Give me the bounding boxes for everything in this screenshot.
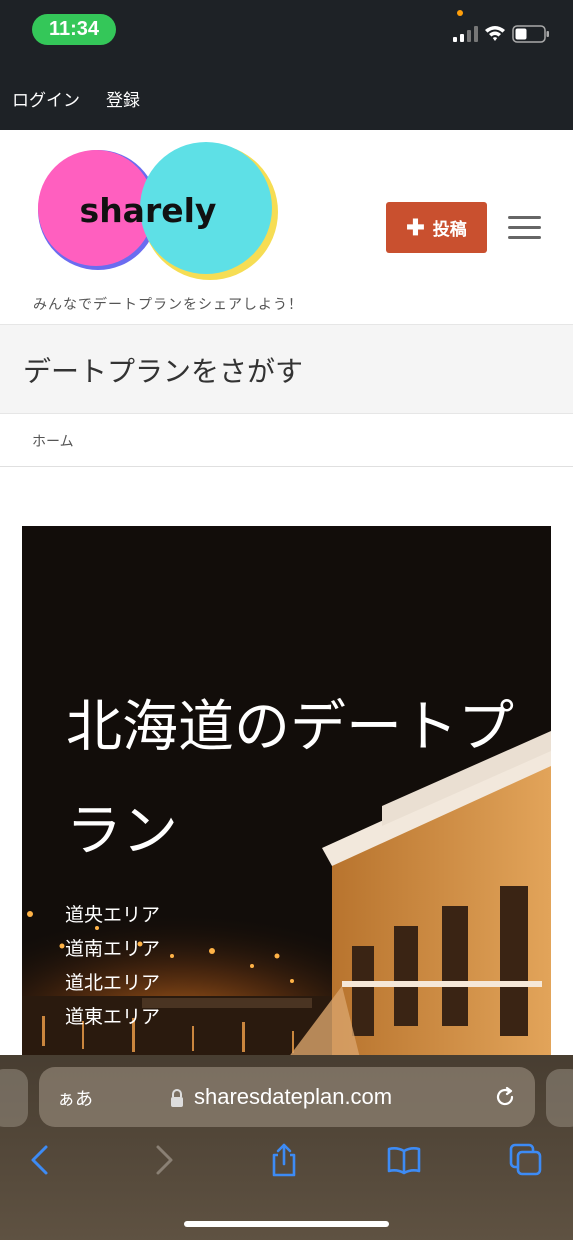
forward-icon[interactable] xyxy=(146,1143,180,1177)
post-button[interactable]: ✚ 投稿 xyxy=(386,202,487,253)
home-indicator[interactable] xyxy=(184,1221,389,1227)
site-header: sharely みんなでデートプランをシェアしよう！ ✚ 投稿 xyxy=(0,130,573,324)
plus-icon: ✚ xyxy=(406,214,425,240)
sharely-logo[interactable]: sharely xyxy=(36,140,280,282)
site-tagline: みんなでデートプランをシェアしよう！ xyxy=(33,297,303,313)
privacy-indicator-dot xyxy=(457,10,463,16)
bookmarks-icon[interactable] xyxy=(387,1143,421,1177)
page-settings-button[interactable]: ぁあ xyxy=(57,1085,93,1111)
previous-tab-preview[interactable] xyxy=(0,1069,28,1127)
post-button-label: 投稿 xyxy=(432,220,467,239)
page-title: デートプランをさがす xyxy=(23,355,304,388)
account-bar: ログイン 登録 xyxy=(0,58,573,130)
area-link-douhoku[interactable]: 道北エリア xyxy=(65,966,160,1000)
register-link[interactable]: 登録 xyxy=(106,86,140,111)
breadcrumb: ホーム xyxy=(0,414,573,467)
hero-title: 北海道のデートプラン xyxy=(66,695,514,864)
safari-bottom-bar: ぁあ sharesdateplan.com xyxy=(0,1055,573,1240)
address-bar[interactable]: ぁあ sharesdateplan.com xyxy=(39,1067,535,1127)
hamburger-menu-icon[interactable] xyxy=(508,216,541,240)
cellular-signal-icon xyxy=(453,26,478,42)
hokkaido-hero-banner: 北海道のデートプラン 道央エリア 道南エリア 道北エリア 道東エリア xyxy=(22,526,551,1066)
lock-icon xyxy=(171,1089,183,1107)
tabs-icon[interactable] xyxy=(509,1143,543,1177)
next-tab-preview[interactable] xyxy=(546,1069,573,1127)
status-time: 11:34 xyxy=(32,14,116,45)
area-links: 道央エリア 道南エリア 道北エリア 道東エリア xyxy=(65,898,160,1034)
url-text: sharesdateplan.com xyxy=(194,1084,393,1109)
svg-text:sharely: sharely xyxy=(80,191,217,230)
page-title-band: デートプランをさがす xyxy=(0,324,573,414)
status-bar: 11:34 xyxy=(0,0,573,58)
area-link-doutou[interactable]: 道東エリア xyxy=(65,1000,160,1034)
reload-icon[interactable] xyxy=(493,1085,517,1109)
back-icon[interactable] xyxy=(24,1143,58,1177)
breadcrumb-home-link[interactable]: ホーム xyxy=(32,431,74,451)
area-link-dounan[interactable]: 道南エリア xyxy=(65,932,160,966)
area-link-douou[interactable]: 道央エリア xyxy=(65,898,160,932)
wifi-icon xyxy=(485,26,505,41)
battery-icon xyxy=(512,25,549,43)
login-link[interactable]: ログイン xyxy=(12,86,80,111)
share-icon[interactable] xyxy=(267,1143,301,1177)
